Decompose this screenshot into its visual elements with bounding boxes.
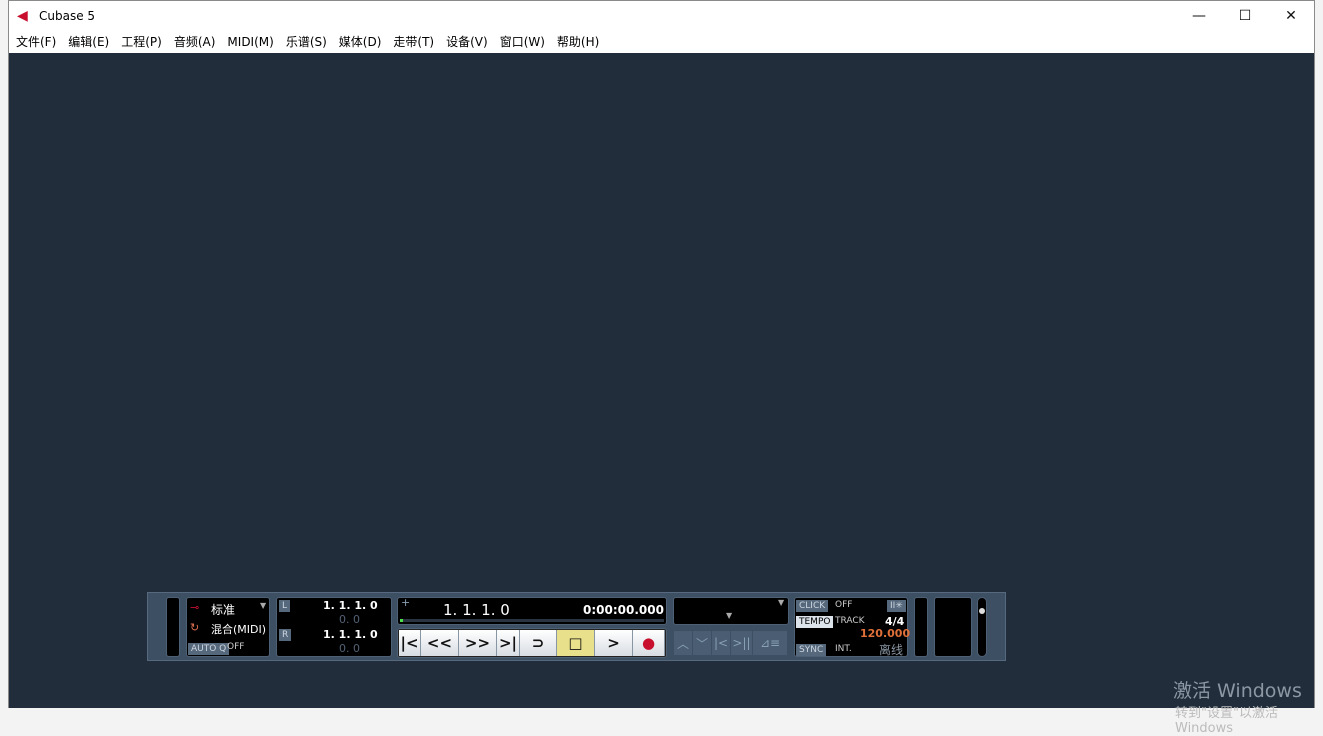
position-progress-bar[interactable]: [400, 619, 664, 622]
menu-edit[interactable]: 编辑(E): [63, 33, 116, 50]
window-title: Cubase 5: [39, 9, 96, 23]
menu-file[interactable]: 文件(F): [11, 33, 63, 50]
position-time[interactable]: 0:00:00.000: [583, 603, 664, 617]
autoq-value: OFF: [227, 642, 245, 652]
autoq-button[interactable]: AUTO Q: [188, 643, 230, 655]
tempo-section: CLICK OFF II✳ TEMPO TRACK 4/4 120.000 SY…: [794, 597, 910, 657]
menu-media[interactable]: 媒体(D): [334, 33, 389, 50]
output-meter: [914, 597, 928, 657]
transport-panel: ⊸ 标准 ▼ ↻ 混合(MIDI) AUTO Q OFF L 1. 1. 1. …: [147, 592, 1006, 661]
record-mode-select[interactable]: 标准: [211, 601, 235, 618]
forward-button[interactable]: >>: [459, 630, 497, 656]
chevron-down-icon: ▼: [260, 601, 267, 610]
go-to-end-button[interactable]: >|: [497, 630, 520, 656]
rewind-button[interactable]: <<: [421, 630, 459, 656]
sync-value: INT.: [835, 644, 852, 654]
add-marker-button[interactable]: ⊿≡: [753, 631, 788, 655]
right-locator-value[interactable]: 1. 1. 1. 0: [323, 628, 378, 641]
prev-marker-button[interactable]: |<: [712, 631, 731, 655]
minimize-button[interactable]: —: [1176, 1, 1222, 31]
tempo-mode: TRACK: [835, 616, 865, 626]
menu-audio[interactable]: 音频(A): [169, 33, 223, 50]
locators-section: L 1. 1. 1. 0 0. 0 R 1. 1. 1. 0 0. 0: [276, 597, 392, 657]
click-button[interactable]: CLICK: [796, 600, 829, 612]
play-button[interactable]: >: [595, 630, 633, 656]
sync-button[interactable]: SYNC: [796, 644, 827, 656]
menu-help[interactable]: 帮助(H): [552, 33, 606, 50]
right-offset-value: 0. 0: [339, 642, 360, 655]
menu-window[interactable]: 窗口(W): [495, 33, 552, 50]
close-button[interactable]: ✕: [1268, 1, 1314, 31]
cubase-logo-icon: ◀: [17, 8, 28, 24]
position-display: + 1. 1. 1. 0 0:00:00.000: [397, 596, 667, 625]
marker-select[interactable]: ▼ ▼: [673, 597, 789, 625]
menu-transport[interactable]: 走带(T): [388, 33, 441, 50]
level-fader[interactable]: [977, 597, 987, 657]
menu-scores[interactable]: 乐谱(S): [281, 33, 334, 50]
cycle-mode-select[interactable]: 混合(MIDI): [211, 621, 266, 637]
activation-watermark: 激活 Windows: [1173, 680, 1302, 702]
maximize-button[interactable]: ☐: [1222, 1, 1268, 31]
record-mode-section: ⊸ 标准 ▼ ↻ 混合(MIDI) AUTO Q OFF: [186, 597, 270, 657]
position-bars-beats[interactable]: 1. 1. 1. 0: [443, 601, 510, 619]
sync-status: 离线: [879, 643, 904, 657]
left-locator-value[interactable]: 1. 1. 1. 0: [323, 599, 378, 612]
tempo-button[interactable]: TEMPO: [796, 616, 834, 628]
stop-button[interactable]: □: [557, 630, 595, 656]
record-button[interactable]: ●: [633, 630, 665, 656]
plus-icon[interactable]: +: [401, 596, 410, 609]
next-marker-down-button[interactable]: ﹀: [693, 631, 712, 655]
click-value: OFF: [835, 600, 853, 610]
fader-handle[interactable]: [979, 608, 985, 614]
next-marker-button[interactable]: >||: [731, 631, 753, 655]
right-locator-button[interactable]: R: [279, 629, 292, 641]
chevron-down-icon: ▼: [726, 611, 733, 620]
cycle-mode-icon: ↻: [190, 621, 200, 634]
activation-watermark-subtext: 转到"设置"以激活 Windows: [1175, 706, 1278, 736]
prev-marker-up-button[interactable]: ︿: [674, 631, 693, 655]
go-to-start-button[interactable]: |<: [399, 630, 421, 656]
record-mode-icon: ⊸: [190, 601, 200, 614]
cubase-window: ◀ Cubase 5 — ☐ ✕ 文件(F) 编辑(E) 工程(P) 音频(A)…: [8, 0, 1315, 708]
menu-devices[interactable]: 设备(V): [441, 33, 495, 50]
menu-project[interactable]: 工程(P): [116, 33, 169, 50]
title-bar: ◀ Cubase 5 — ☐ ✕: [9, 1, 1314, 31]
menu-bar: 文件(F) 编辑(E) 工程(P) 音频(A) MIDI(M) 乐谱(S) 媒体…: [9, 31, 606, 52]
chevron-down-icon: ▼: [778, 598, 785, 607]
level-meter: [934, 597, 972, 657]
workspace: ⊸ 标准 ▼ ↻ 混合(MIDI) AUTO Q OFF L 1. 1. 1. …: [9, 53, 1314, 708]
left-locator-button[interactable]: L: [279, 600, 291, 612]
cycle-button[interactable]: ⊃: [520, 630, 557, 656]
left-offset-value: 0. 0: [339, 613, 360, 626]
menu-midi[interactable]: MIDI(M): [222, 35, 280, 49]
tempo-value[interactable]: 120.000: [860, 627, 910, 640]
precount-settings-icon[interactable]: II✳: [887, 600, 906, 612]
input-meter: [166, 597, 180, 657]
